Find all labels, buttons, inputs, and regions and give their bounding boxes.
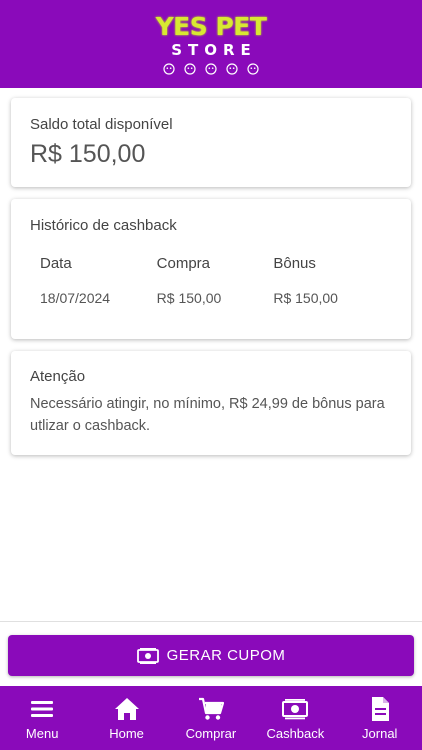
pet-face-icon <box>247 62 259 75</box>
balance-card: Saldo total disponível R$ 150,00 <box>11 98 411 187</box>
nav-item-home[interactable]: Home <box>87 696 167 741</box>
pet-face-icon <box>226 62 238 75</box>
history-table: Data Compra Bônus 18/07/2024 R$ 150,00 R… <box>40 255 390 306</box>
nav-item-cashback[interactable]: Cashback <box>255 696 335 741</box>
divider <box>0 621 422 622</box>
balance-label: Saldo total disponível <box>30 116 173 133</box>
cashback-history-card: Histórico de cashback Data Compra Bônus … <box>11 199 411 339</box>
cart-icon <box>198 697 224 720</box>
bottom-navigation: Menu Home Comprar Cashback Jornal <box>0 686 422 750</box>
pet-face-icon <box>163 62 175 75</box>
logo-title: YES PET <box>155 11 267 41</box>
nav-label-buy: Comprar <box>185 725 237 741</box>
notice-card: Atenção Necessário atingir, no mínimo, R… <box>11 351 411 455</box>
table-header-row: Data Compra Bônus <box>40 255 390 272</box>
nav-item-buy[interactable]: Comprar <box>171 696 251 741</box>
column-header-date: Data <box>40 255 72 272</box>
nav-label-menu: Menu <box>25 725 59 741</box>
column-header-bonus: Bônus <box>273 255 316 272</box>
home-icon <box>114 697 139 720</box>
money-icon <box>136 647 159 664</box>
logo-pet-icons <box>163 62 259 75</box>
notice-text: Necessário atingir, no mínimo, R$ 24,99 … <box>30 396 385 434</box>
nav-item-journal[interactable]: Jornal <box>340 696 420 741</box>
pet-face-icon <box>205 62 217 75</box>
app-header: YES PET STORE <box>0 0 422 88</box>
brand-logo: YES PET STORE <box>155 11 267 75</box>
money-icon <box>282 698 309 719</box>
history-title: Histórico de cashback <box>30 217 177 234</box>
generate-coupon-label: GERAR CUPOM <box>166 647 286 664</box>
generate-coupon-button[interactable]: GERAR CUPOM <box>8 635 414 676</box>
column-header-purchase: Compra <box>156 255 211 272</box>
notice-title: Atenção <box>30 368 86 385</box>
cell-date: 18/07/2024 <box>40 290 111 306</box>
nav-label-journal: Jornal <box>362 725 398 741</box>
nav-item-menu[interactable]: Menu <box>2 696 82 741</box>
table-row: 18/07/2024 R$ 150,00 R$ 150,00 <box>40 290 390 306</box>
document-icon <box>371 696 389 721</box>
cell-purchase: R$ 150,00 <box>156 290 222 306</box>
nav-label-cashback: Cashback <box>266 725 325 741</box>
menu-icon <box>31 700 54 717</box>
pet-face-icon <box>184 62 196 75</box>
logo-subtitle: STORE <box>171 40 257 59</box>
cell-bonus: R$ 150,00 <box>273 290 338 306</box>
nav-label-home: Home <box>109 725 144 741</box>
balance-value: R$ 150,00 <box>30 140 146 168</box>
